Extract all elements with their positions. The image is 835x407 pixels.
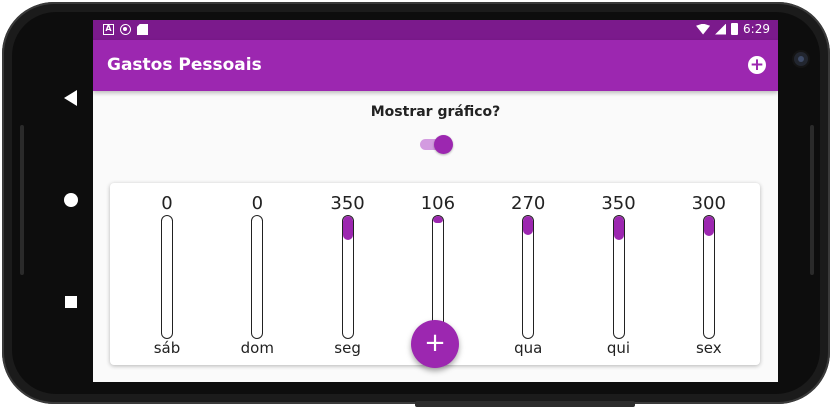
bar-column-5: 350 qui [599, 183, 639, 365]
bar-day-label: qua [514, 339, 543, 357]
bar-track [341, 215, 354, 339]
bar-day-label: qui [606, 339, 631, 357]
a-notification-icon: A [103, 24, 114, 35]
back-icon[interactable] [64, 90, 77, 106]
phone-bottom-edge [415, 401, 635, 407]
wifi-icon [696, 23, 711, 35]
status-bar: A 6:29 [93, 20, 778, 40]
bar-value-label: 270 [511, 193, 546, 214]
bar-fill [523, 216, 534, 235]
recent-apps-icon[interactable] [65, 296, 77, 308]
bar-value-label: 0 [161, 193, 173, 214]
bar-day-label: dom [240, 339, 274, 357]
status-time: 6:29 [743, 22, 770, 36]
add-circle-icon[interactable]: + [748, 56, 766, 74]
bar-value-label: 350 [601, 193, 636, 214]
bar-value-label: 106 [420, 193, 456, 214]
status-system: 6:29 [696, 22, 770, 36]
bar-value-label: 350 [330, 193, 365, 214]
signal-icon [715, 23, 727, 35]
show-chart-label: Mostrar gráfico? [370, 104, 501, 120]
add-expense-button[interactable]: + [411, 320, 459, 368]
speaker-grille-right [810, 125, 814, 275]
app-title: Gastos Pessoais [107, 55, 262, 75]
bar-column-2: 350 seg [328, 183, 368, 365]
bar-track [161, 215, 173, 339]
camera-icon [794, 52, 808, 66]
bar-column-6: 300 sex [689, 183, 729, 365]
phone-frame: A 6:29 Gastos Pessoais + Mostrar gráfico… [0, 0, 835, 407]
bar-value-label: 0 [251, 193, 264, 214]
bar-column-0: 0 sáb [147, 183, 187, 365]
bar-fill [432, 216, 443, 223]
battery-icon [731, 23, 739, 35]
bar-day-label: sáb [153, 339, 181, 357]
bar-day-label: seg [334, 339, 361, 357]
show-chart-switch[interactable] [420, 135, 454, 154]
app-screen: A 6:29 Gastos Pessoais + Mostrar gráfico… [93, 20, 778, 382]
circle-notification-icon [120, 24, 131, 35]
bar-day-label: sex [695, 339, 722, 357]
bar-track [612, 215, 625, 339]
bar-fill [342, 216, 353, 240]
bar-value-label: 300 [691, 193, 726, 214]
speaker-grille-left [20, 125, 24, 275]
bar-track [522, 215, 535, 339]
sd-card-icon [137, 24, 148, 35]
bar-column-1: 0 dom [237, 183, 277, 365]
home-icon[interactable] [64, 193, 78, 207]
switch-thumb [434, 135, 453, 154]
bar-fill [613, 216, 624, 240]
bar-track [251, 215, 264, 339]
bar-column-4: 270 qua [508, 183, 548, 365]
status-notifications: A [103, 24, 148, 35]
bar-fill [703, 216, 714, 236]
bar-track [702, 215, 715, 339]
app-bar: Gastos Pessoais + [93, 40, 778, 91]
